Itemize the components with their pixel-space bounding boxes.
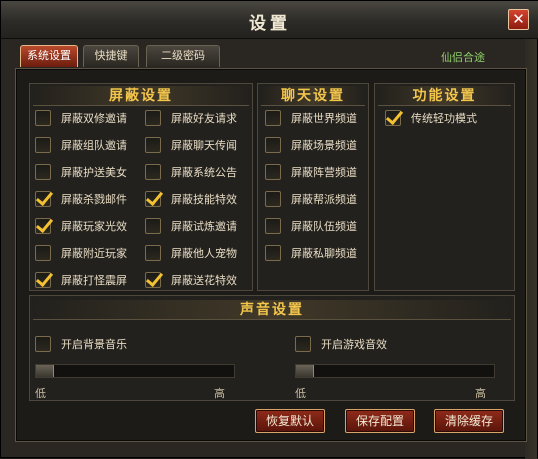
checkbox[interactable] [35,191,51,207]
shield-option[interactable]: 屏蔽玩家光效 [35,217,127,235]
checkbox[interactable] [35,272,51,288]
checkbox[interactable] [35,245,51,261]
shield-option[interactable]: 屏蔽双修邀请 [35,109,127,127]
shield-option[interactable]: 屏蔽打怪震屏 [35,271,127,289]
chat-option[interactable]: 屏蔽帮派频道 [265,190,357,208]
option-label: 屏蔽世界频道 [291,112,357,125]
option-label: 屏蔽队伍频道 [291,220,357,233]
close-button[interactable]: ✕ [508,9,529,30]
shield-option[interactable]: 屏蔽附近玩家 [35,244,127,262]
checkbox[interactable] [145,218,161,234]
option-label: 屏蔽玩家光效 [61,220,127,233]
chat-settings-header: 聊天设置 [261,86,365,106]
checkbox[interactable] [145,137,161,153]
option-label: 屏蔽打怪震屏 [61,274,127,287]
restore-default-button[interactable]: 恢复默认 [255,409,325,433]
option-label: 屏蔽他人宠物 [171,247,237,260]
checkbox[interactable] [35,218,51,234]
save-config-button[interactable]: 保存配置 [345,409,415,433]
shield-option[interactable]: 屏蔽组队邀请 [35,136,127,154]
chat-option[interactable]: 屏蔽队伍频道 [265,217,357,235]
checkbox[interactable] [35,137,51,153]
option-label: 屏蔽组队邀请 [61,139,127,152]
sfx-low-label: 低 [295,387,306,400]
option-label: 屏蔽技能特效 [171,193,237,206]
function-option[interactable]: 传统轻功模式 [385,109,477,127]
option-label: 屏蔽聊天传闻 [171,139,237,152]
option-label: 屏蔽帮派频道 [291,193,357,206]
shield-option[interactable]: 屏蔽系统公告 [145,163,237,181]
checkbox[interactable] [265,245,281,261]
checkbox[interactable] [265,191,281,207]
shield-option[interactable]: 屏蔽技能特效 [145,190,237,208]
shield-option[interactable]: 屏蔽送花特效 [145,271,237,289]
chat-option[interactable]: 屏蔽场景频道 [265,136,357,154]
option-label: 屏蔽私聊频道 [291,247,357,260]
checkbox[interactable] [145,245,161,261]
option-label: 传统轻功模式 [411,112,477,125]
shield-option[interactable]: 屏蔽他人宠物 [145,244,237,262]
checkbox[interactable] [145,110,161,126]
checkbox[interactable] [35,110,51,126]
slider-handle[interactable] [36,365,54,377]
slider-handle[interactable] [296,365,314,377]
checkbox[interactable] [265,218,281,234]
option-label: 开启背景音乐 [61,338,127,351]
shield-settings-header: 屏蔽设置 [33,86,249,106]
shield-option[interactable]: 屏蔽杀戮邮件 [35,190,127,208]
sound-settings-header: 声音设置 [33,300,511,320]
option-label: 屏蔽阵营频道 [291,166,357,179]
checkbox[interactable] [265,164,281,180]
checkbox[interactable] [265,110,281,126]
checkbox[interactable] [385,110,401,126]
tab-system-settings[interactable]: 系统设置 [20,45,78,67]
background-label: 仙侣合途 [441,51,485,64]
title-bar[interactable]: 设置 ✕ [1,1,538,39]
bgm-option[interactable]: 开启背景音乐 [35,335,127,353]
bgm-volume-slider[interactable] [35,364,235,378]
bgm-low-label: 低 [35,387,46,400]
chat-option[interactable]: 屏蔽阵营频道 [265,163,357,181]
shield-option[interactable]: 屏蔽试炼邀请 [145,217,237,235]
sfx-volume-slider[interactable] [295,364,495,378]
shield-option[interactable]: 屏蔽好友请求 [145,109,237,127]
option-label: 屏蔽双修邀请 [61,112,127,125]
checkbox[interactable] [145,191,161,207]
checkbox[interactable] [35,336,51,352]
settings-window: 设置 ✕ 仙侣合途 系统设置 快捷键 二级密码 屏蔽设置 聊天设置 功能设置 屏… [0,0,538,459]
bgm-high-label: 高 [214,387,225,400]
checkbox[interactable] [35,164,51,180]
shield-option[interactable]: 屏蔽护送美女 [35,163,127,181]
option-label: 屏蔽好友请求 [171,112,237,125]
tab-secondary-password[interactable]: 二级密码 [146,45,220,67]
sfx-option[interactable]: 开启游戏音效 [295,335,387,353]
option-label: 屏蔽附近玩家 [61,247,127,260]
option-label: 屏蔽系统公告 [171,166,237,179]
option-label: 屏蔽杀戮邮件 [61,193,127,206]
checkbox[interactable] [145,272,161,288]
sfx-high-label: 高 [475,387,486,400]
function-settings-header: 功能设置 [378,86,511,106]
checkbox[interactable] [295,336,311,352]
option-label: 屏蔽试炼邀请 [171,220,237,233]
option-label: 开启游戏音效 [321,338,387,351]
clear-cache-button[interactable]: 清除缓存 [434,409,504,433]
option-label: 屏蔽场景频道 [291,139,357,152]
checkbox[interactable] [265,137,281,153]
tab-hotkeys[interactable]: 快捷键 [83,45,139,67]
chat-option[interactable]: 屏蔽私聊频道 [265,244,357,262]
chat-option[interactable]: 屏蔽世界频道 [265,109,357,127]
window-title: 设置 [249,14,291,34]
option-label: 屏蔽护送美女 [61,166,127,179]
shield-option[interactable]: 屏蔽聊天传闻 [145,136,237,154]
option-label: 屏蔽送花特效 [171,274,237,287]
checkbox[interactable] [145,164,161,180]
